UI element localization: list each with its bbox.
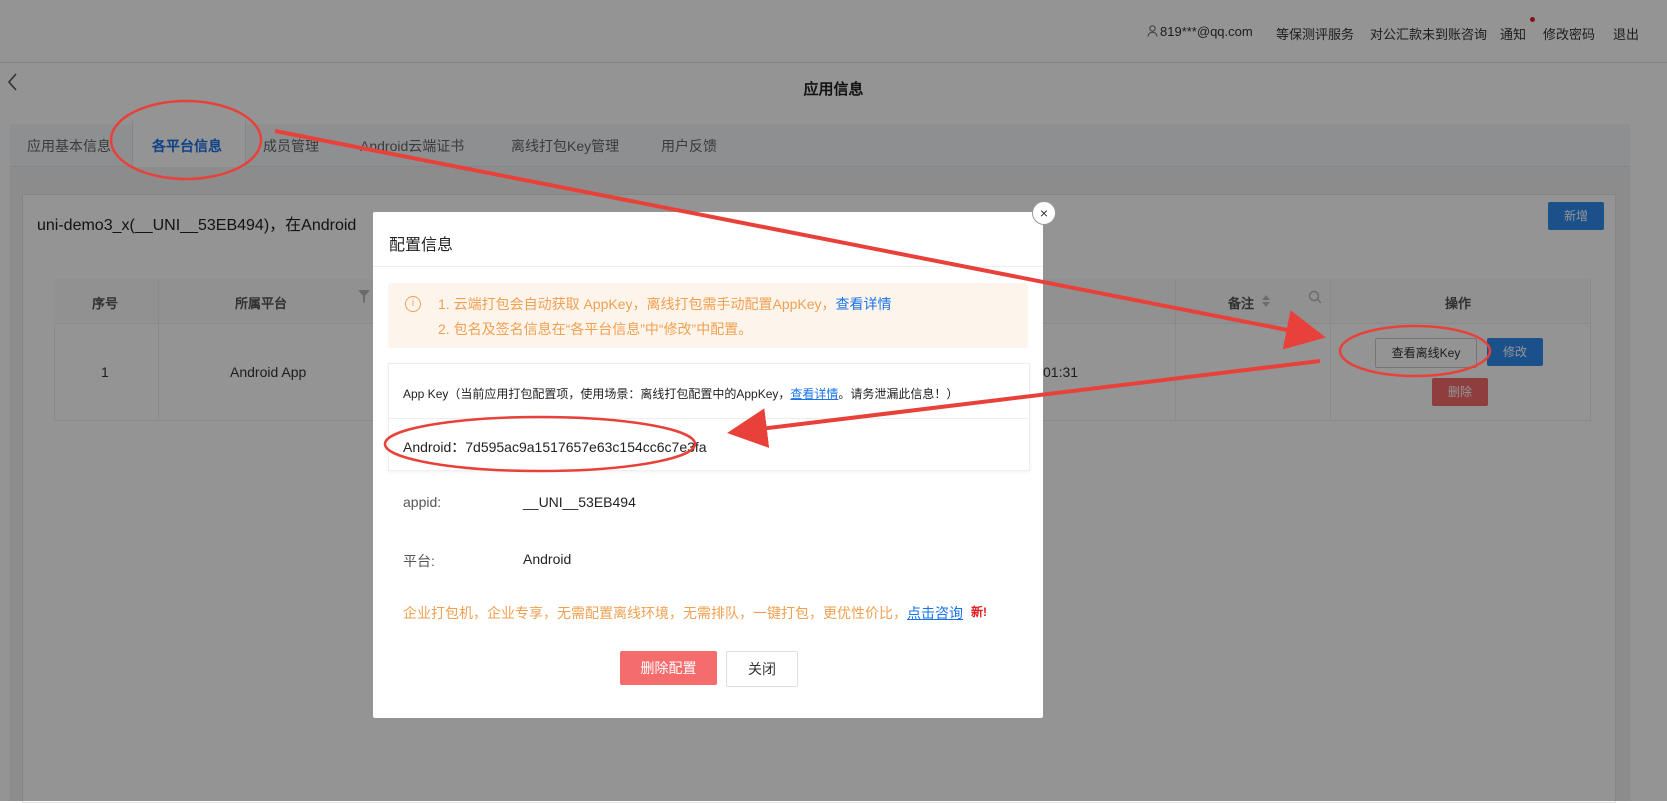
modal-divider [373, 266, 1043, 267]
platform-label: 平台: [403, 553, 435, 569]
notice-line-2: 2. 包名及签名信息在“各平台信息”中“修改”中配置。 [438, 321, 753, 337]
appid-value: __UNI__53EB494 [523, 494, 636, 510]
modal-title: 配置信息 [389, 237, 454, 254]
appkey-divider [388, 418, 1028, 419]
appkey-value[interactable]: Android：7d595ac9a1517657e63c154cc6c7e3fa [403, 437, 707, 457]
promo-text-body: 企业打包机，企业专享，无需配置离线环境，无需排队，一键打包，更优性价比， [403, 605, 907, 621]
platform-value: Android [523, 551, 572, 567]
close-icon[interactable]: × [1032, 201, 1056, 225]
promo-new-badge: 新! [971, 605, 987, 619]
notice-line-1: 1. 云端打包会自动获取 AppKey，离线打包需手动配置AppKey，查看详情 [438, 294, 892, 314]
appkey-header: App Key（当前应用打包配置项，使用场景：离线打包配置中的AppKey，查看… [403, 385, 958, 402]
appid-label: appid: [403, 494, 442, 510]
notice-line-1-text: 1. 云端打包会自动获取 AppKey，离线打包需手动配置AppKey， [438, 296, 836, 312]
promo-consult-link[interactable]: 点击咨询 [907, 605, 963, 621]
promo-text: 企业打包机，企业专享，无需配置离线环境，无需排队，一键打包，更优性价比，点击咨询 [403, 603, 963, 623]
appkey-header-suffix: 。请务泄漏此信息！） [838, 387, 959, 401]
appkey-detail-link[interactable]: 查看详情 [790, 387, 838, 401]
notice-detail-link[interactable]: 查看详情 [836, 296, 892, 312]
close-button[interactable]: 关闭 [726, 651, 798, 687]
delete-config-button[interactable]: 删除配置 [620, 651, 717, 685]
appkey-header-prefix: App Key（当前应用打包配置项，使用场景：离线打包配置中的AppKey， [403, 387, 791, 401]
info-icon: i [405, 296, 421, 312]
